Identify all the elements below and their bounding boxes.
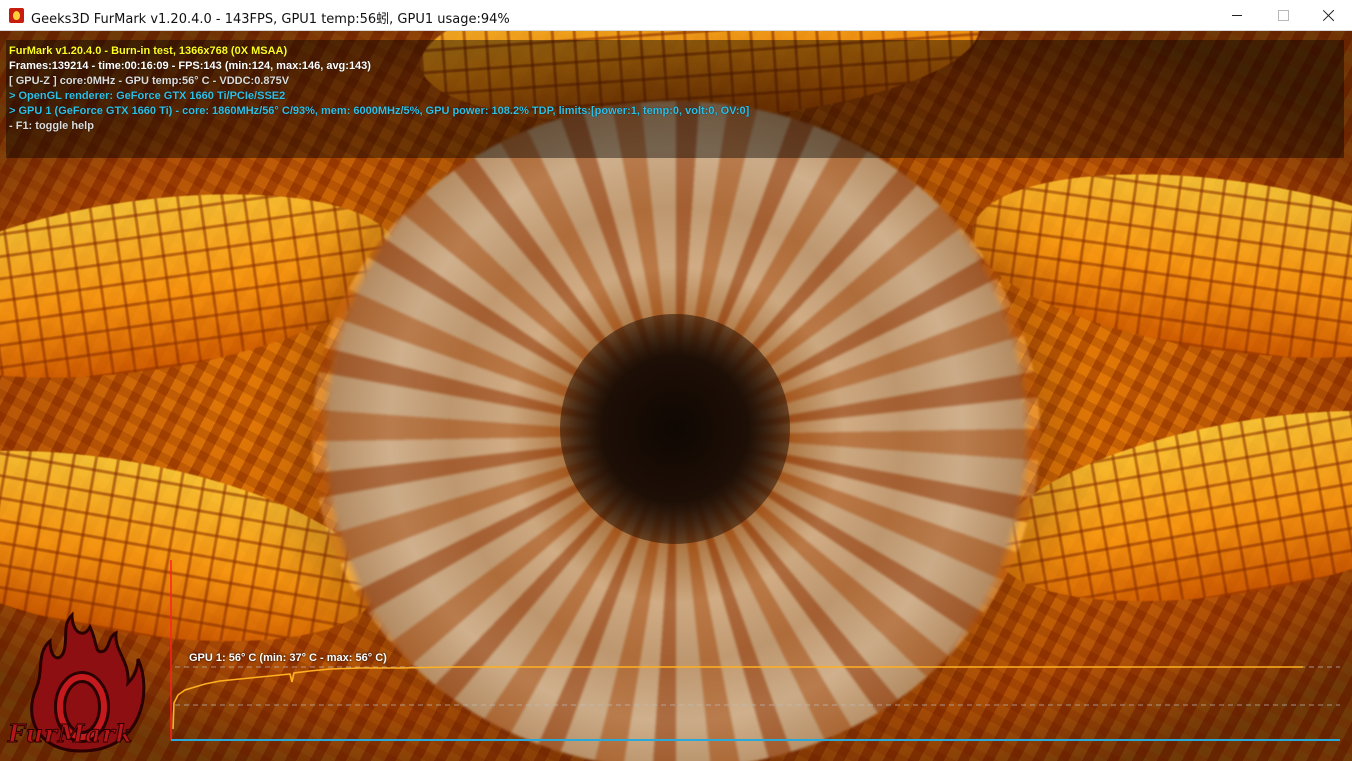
close-icon: [1323, 9, 1335, 21]
title-bar[interactable]: Geeks3D FurMark v1.20.4.0 - 143FPS, GPU1…: [0, 0, 1352, 31]
temperature-curve: [172, 666, 1303, 730]
render-viewport[interactable]: FurMark v1.20.4.0 - Burn-in test, 1366x7…: [0, 31, 1352, 761]
maximize-icon: [1277, 9, 1289, 21]
close-button[interactable]: [1306, 0, 1352, 30]
window-title: Geeks3D FurMark v1.20.4.0 - 143FPS, GPU1…: [31, 12, 510, 27]
maximize-button[interactable]: [1260, 0, 1306, 30]
furmark-flame-icon[interactable]: [9, 8, 24, 23]
graph-temperature-label: GPU 1: 56° C (min: 37° C - max: 56° C): [189, 652, 387, 664]
minimize-icon: [1232, 14, 1242, 16]
minimize-button[interactable]: [1214, 0, 1260, 30]
